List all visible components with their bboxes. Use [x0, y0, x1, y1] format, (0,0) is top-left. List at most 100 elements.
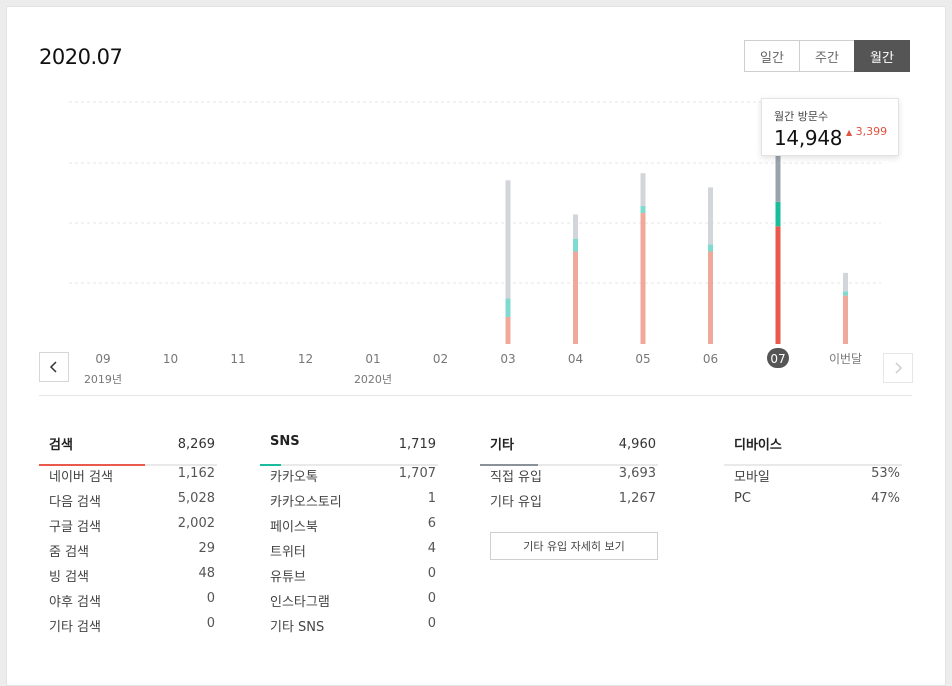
year-label: 2020년	[354, 373, 392, 386]
row-value: 0	[427, 591, 436, 606]
up-triangle-icon: ▲	[846, 128, 853, 137]
section-title: 디바이스	[734, 438, 782, 453]
list-item: PC 47%	[724, 491, 902, 516]
row-label: 빙 검색	[49, 570, 90, 585]
prev-button[interactable]	[39, 352, 69, 382]
list-item: 기타 검색 0	[39, 616, 217, 641]
tooltip-label: 월간 방문수	[774, 110, 829, 123]
x-tick-label: 09	[95, 352, 110, 366]
x-tick-label: 10	[163, 352, 178, 366]
row-value: 4	[427, 541, 436, 556]
divider	[39, 395, 912, 396]
list-item: 구글 검색 2,002	[39, 516, 217, 541]
row-value: 0	[427, 616, 436, 631]
row-label: PC	[734, 491, 751, 506]
row-label: 기타 유입	[490, 495, 542, 510]
bar-segment	[843, 291, 848, 296]
x-tick-label: 11	[230, 352, 245, 366]
row-label: 야후 검색	[49, 595, 101, 610]
row-value: 0	[427, 566, 436, 581]
section-header: 검색 8,269	[39, 432, 217, 466]
bar-segment	[640, 213, 646, 344]
next-button[interactable]	[883, 353, 913, 383]
list-item: 기타 유입 1,267	[480, 491, 658, 516]
section-total: 1,719	[398, 437, 436, 452]
other-details-button[interactable]: 기타 유입 자세히 보기	[490, 532, 658, 560]
bar-segment	[843, 295, 848, 344]
section-header: 기타 4,960	[480, 432, 658, 466]
row-value: 47%	[871, 491, 900, 506]
monthly-visits-chart: 09 10 11 12 01 02 03 04 05 06 07 이번달 2019년 2020년	[69, 101, 881, 386]
sns-section: SNS 1,719 카카오톡 1,707 카카오스토리 1 페이스북 6 트위터 4 유…	[260, 432, 438, 641]
row-value: 1	[427, 491, 436, 506]
row-label: 다음 검색	[49, 495, 101, 510]
list-item: 직접 유입 3,693	[480, 466, 658, 491]
row-label: 모바일	[734, 470, 770, 485]
row-label: 네이버 검색	[49, 470, 113, 485]
bar-segment	[505, 298, 511, 317]
bar-segment	[640, 173, 646, 206]
section-title: 검색	[49, 438, 73, 453]
year-label: 2019년	[84, 373, 122, 386]
list-item: 빙 검색 48	[39, 566, 217, 591]
row-value: 0	[206, 616, 215, 631]
section-total: 8,269	[177, 437, 215, 452]
visitor-stats-card: 2020.07 일간 주간 월간 09 10 11 12 01 02 03 04 05 06 07 이…	[6, 6, 946, 686]
bar-segment	[775, 201, 781, 227]
list-item: 유튜브 0	[260, 566, 438, 591]
row-label: 기타 SNS	[270, 620, 325, 635]
other-section: 기타 4,960 직접 유입 3,693 기타 유입 1,267	[480, 432, 658, 516]
row-value: 5,028	[177, 491, 215, 506]
list-item: 다음 검색 5,028	[39, 491, 217, 516]
bar-segment	[505, 180, 511, 299]
x-tick-label: 05	[635, 352, 650, 366]
x-tick-label: 01	[365, 352, 380, 366]
bar-segment	[775, 226, 781, 344]
row-label: 유튜브	[270, 570, 306, 585]
row-value: 0	[206, 591, 215, 606]
x-tick-label: 06	[703, 352, 718, 366]
list-item: 네이버 검색 1,162	[39, 466, 217, 491]
row-label: 구글 검색	[49, 520, 101, 535]
list-item: 야후 검색 0	[39, 591, 217, 616]
bar-segment	[708, 251, 713, 344]
row-value: 1,267	[618, 491, 656, 506]
x-tick-label: 02	[433, 352, 448, 366]
x-tick-label: 04	[568, 352, 583, 366]
row-label: 카카오톡	[270, 470, 318, 485]
device-section: 디바이스 모바일 53% PC 47%	[724, 432, 902, 516]
section-header: 디바이스	[724, 432, 902, 466]
x-tick-label: 이번달	[829, 352, 862, 366]
chevron-right-icon	[895, 362, 903, 374]
list-item: 카카오톡 1,707	[260, 466, 438, 491]
row-label: 트위터	[270, 545, 306, 560]
list-item: 트위터 4	[260, 541, 438, 566]
section-header: SNS 1,719	[260, 432, 438, 466]
row-value: 3,693	[618, 466, 656, 481]
list-item: 모바일 53%	[724, 466, 902, 491]
list-item: 인스타그램 0	[260, 591, 438, 616]
row-value: 48	[198, 566, 215, 581]
row-label: 기타 검색	[49, 620, 101, 635]
list-item: 기타 SNS 0	[260, 616, 438, 641]
x-tick-label: 12	[298, 352, 313, 366]
row-value: 2,002	[177, 516, 215, 531]
list-item: 줌 검색 29	[39, 541, 217, 566]
x-tick-label: 07	[770, 352, 785, 366]
bar-segment	[843, 272, 848, 292]
section-title: SNS	[270, 434, 300, 449]
bar-segment	[573, 214, 578, 239]
chevron-left-icon	[49, 361, 57, 373]
row-label: 페이스북	[270, 520, 318, 535]
row-label: 줌 검색	[49, 545, 90, 560]
row-value: 1,162	[177, 466, 215, 481]
list-item: 페이스북 6	[260, 516, 438, 541]
row-value: 6	[427, 516, 436, 531]
row-value: 1,707	[398, 466, 436, 481]
row-label: 카카오스토리	[270, 495, 342, 510]
section-total: 4,960	[618, 437, 656, 452]
section-title: 기타	[490, 438, 514, 453]
bar-segment	[708, 244, 713, 252]
x-tick-label: 03	[500, 352, 515, 366]
chart-tooltip: 월간 방문수 14,948 ▲ 3,399	[761, 98, 899, 156]
